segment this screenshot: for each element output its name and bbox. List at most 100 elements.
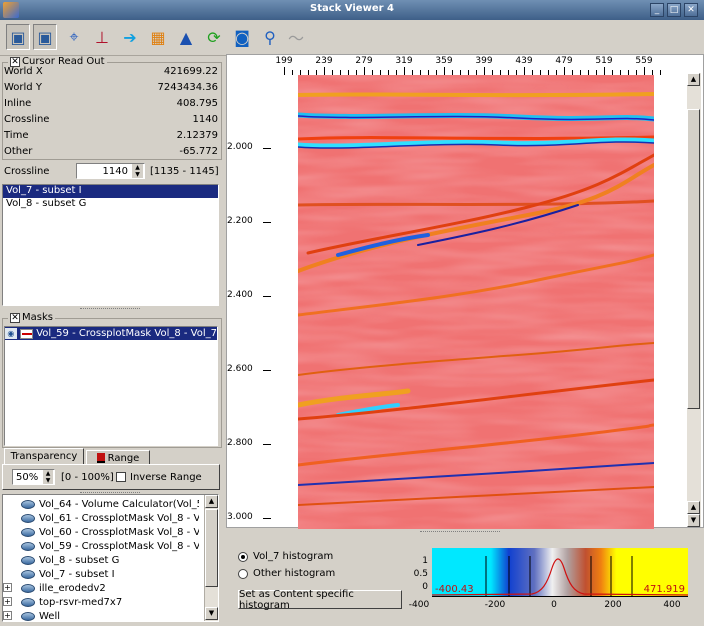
- toolbar: ▣ ▣ ⌖ ⊥ ➔ ▦ ▲ ⟳ ◙ ⚲ 〜: [0, 20, 704, 56]
- spin-up-icon[interactable]: ▲: [43, 470, 53, 477]
- y-tick: [263, 296, 271, 297]
- tree-item[interactable]: + top-rsvr-med7x7: [3, 595, 199, 609]
- readout-label: Crossline: [4, 114, 50, 125]
- tree-item[interactable]: Vol_7 - subset I: [3, 567, 199, 581]
- volume-icon: [21, 611, 35, 621]
- tree-item[interactable]: Vol_60 - CrossplotMask Vol_8 - Vol_: [3, 525, 199, 539]
- grid-color-icon[interactable]: ▦: [146, 24, 170, 50]
- masks-legend: ✕ Masks: [8, 312, 55, 323]
- crosshair-icon[interactable]: ⌖: [62, 24, 86, 50]
- other-histogram-option[interactable]: Other histogram: [238, 568, 335, 579]
- volume-list-item[interactable]: Vol_7 - subset I: [3, 185, 218, 198]
- well-pick-icon[interactable]: ⊥: [90, 24, 114, 50]
- x-tick: [444, 67, 445, 75]
- other-histogram-radio[interactable]: [238, 568, 248, 579]
- view-scrollbar[interactable]: ▲ ▲ ▼: [687, 73, 701, 527]
- spin-down-icon[interactable]: ▼: [132, 171, 143, 178]
- hist-y-tick-label: 1: [422, 556, 428, 566]
- tree-item-label: Vol_59 - CrossplotMask Vol_8 - Vol_: [39, 540, 199, 552]
- tree-item-label: Vol_64 - Volume Calculator(Vol_59, V: [39, 498, 199, 510]
- splitter-handle[interactable]: [420, 531, 500, 534]
- vol7-histogram-radio[interactable]: [238, 551, 248, 562]
- close-icon[interactable]: ✕: [684, 3, 698, 17]
- mask-item[interactable]: ◉ Vol_59 - CrossplotMask Vol_8 - Vol_7: [5, 327, 217, 340]
- mask-color-icon: [19, 328, 34, 339]
- x-tick: [604, 67, 605, 75]
- readout-value: 421699.22: [163, 66, 218, 77]
- range-icon: [96, 453, 105, 463]
- x-tick: [284, 67, 285, 75]
- waveform-icon[interactable]: 〜: [284, 24, 308, 50]
- hist-x-tick-label: 0: [551, 600, 557, 610]
- spin-down-icon[interactable]: ▼: [43, 477, 53, 484]
- histogram-widget[interactable]: 1 0.5 0 -400.43 471.919 -400 -200 0 200 …: [404, 546, 700, 624]
- x-axis: 199 239 279 319 359 399 439 479 519 559: [227, 55, 687, 75]
- tree-item-label: Vol_60 - CrossplotMask Vol_8 - Vol_: [39, 526, 199, 538]
- tree-item[interactable]: Vol_61 - CrossplotMask Vol_8 - Vol_: [3, 511, 199, 525]
- transparency-value: 50%: [16, 472, 39, 483]
- maximize-icon[interactable]: □: [667, 3, 681, 17]
- spin-up-icon[interactable]: ▲: [132, 164, 143, 171]
- readout-label: Inline: [4, 98, 32, 109]
- camera-icon[interactable]: ◙: [230, 24, 254, 50]
- scroll-down-icon[interactable]: ▼: [205, 607, 218, 620]
- masks-checkbox[interactable]: ✕: [10, 312, 20, 323]
- readout-row: Crossline 1140: [4, 114, 218, 130]
- scroll-up-icon[interactable]: ▲: [205, 495, 218, 508]
- minimize-icon[interactable]: _: [650, 3, 664, 17]
- panel-left-icon[interactable]: ▣: [6, 24, 30, 50]
- scroll-down-icon[interactable]: ▲: [687, 501, 700, 514]
- panel-right-icon[interactable]: ▣: [33, 24, 57, 50]
- x-tick-label: 559: [635, 56, 653, 66]
- expand-icon[interactable]: +: [3, 583, 12, 592]
- tree-item-label: Vol_7 - subset I: [39, 568, 115, 580]
- transparency-spinbox[interactable]: 50% ▲ ▼: [12, 469, 55, 485]
- b-marker-icon[interactable]: ▲: [174, 24, 198, 50]
- y-tick-label: 2.800: [227, 438, 253, 448]
- expand-icon[interactable]: +: [3, 597, 12, 606]
- arrow-right-icon[interactable]: ➔: [118, 24, 142, 50]
- x-tick-label: 399: [475, 56, 493, 66]
- y-tick-label: 2.400: [227, 290, 253, 300]
- tab-transparency[interactable]: Transparency: [4, 448, 84, 465]
- crossline-spinbox[interactable]: 1140 ▲ ▼: [76, 163, 145, 179]
- scroll-thumb[interactable]: [687, 109, 700, 409]
- volume-list-item[interactable]: Vol_8 - subset G: [3, 198, 218, 211]
- tree-scrollbar[interactable]: ▲ ▼: [204, 495, 218, 621]
- refresh-icon[interactable]: ⟳: [202, 24, 226, 50]
- y-tick-label: 2.000: [227, 142, 253, 152]
- tree-item[interactable]: Vol_64 - Volume Calculator(Vol_59, V: [3, 497, 199, 511]
- vol7-histogram-option[interactable]: Vol_7 histogram: [238, 551, 333, 562]
- expand-icon[interactable]: +: [3, 611, 12, 620]
- probe-icon[interactable]: ⚲: [258, 24, 282, 50]
- tab-range[interactable]: Range: [86, 450, 150, 465]
- seismic-section[interactable]: [298, 75, 654, 529]
- volume-icon: [21, 555, 35, 565]
- readout-value: 1140: [192, 114, 218, 125]
- tree-item[interactable]: Vol_59 - CrossplotMask Vol_8 - Vol_: [3, 539, 199, 553]
- x-tick: [364, 67, 365, 75]
- y-tick: [263, 222, 271, 223]
- tree-item[interactable]: + Well: [3, 609, 199, 621]
- scroll-up-icon[interactable]: ▲: [687, 73, 700, 86]
- scroll-thumb[interactable]: [205, 509, 218, 587]
- masks-title: Masks: [22, 312, 53, 323]
- scroll-down-icon[interactable]: ▼: [687, 514, 700, 527]
- tree-item[interactable]: + ille_erodedv2: [3, 581, 199, 595]
- y-tick-label: 2.200: [227, 216, 253, 226]
- readout-row: Time 2.12379: [4, 130, 218, 146]
- readout-label: World X: [4, 66, 43, 77]
- eye-icon[interactable]: ◉: [5, 328, 17, 339]
- readout-value: -65.772: [179, 146, 218, 157]
- x-tick: [660, 70, 661, 75]
- title-bar: Stack Viewer 4 _ □ ✕: [0, 0, 704, 20]
- histogram-x-axis: [432, 596, 688, 598]
- hist-x-tick-label: -200: [484, 600, 506, 610]
- tree-item[interactable]: Vol_8 - subset G: [3, 553, 199, 567]
- cursor-readout-checkbox[interactable]: ✕: [10, 56, 20, 67]
- inverse-range-checkbox[interactable]: [116, 472, 126, 482]
- splitter-handle[interactable]: [80, 308, 140, 311]
- y-axis: 2.000 2.200 2.400 2.600 2.800 3.000: [227, 75, 297, 525]
- volume-icon: [21, 527, 35, 537]
- set-content-histogram-button[interactable]: Set as Content specific histogram: [238, 589, 402, 611]
